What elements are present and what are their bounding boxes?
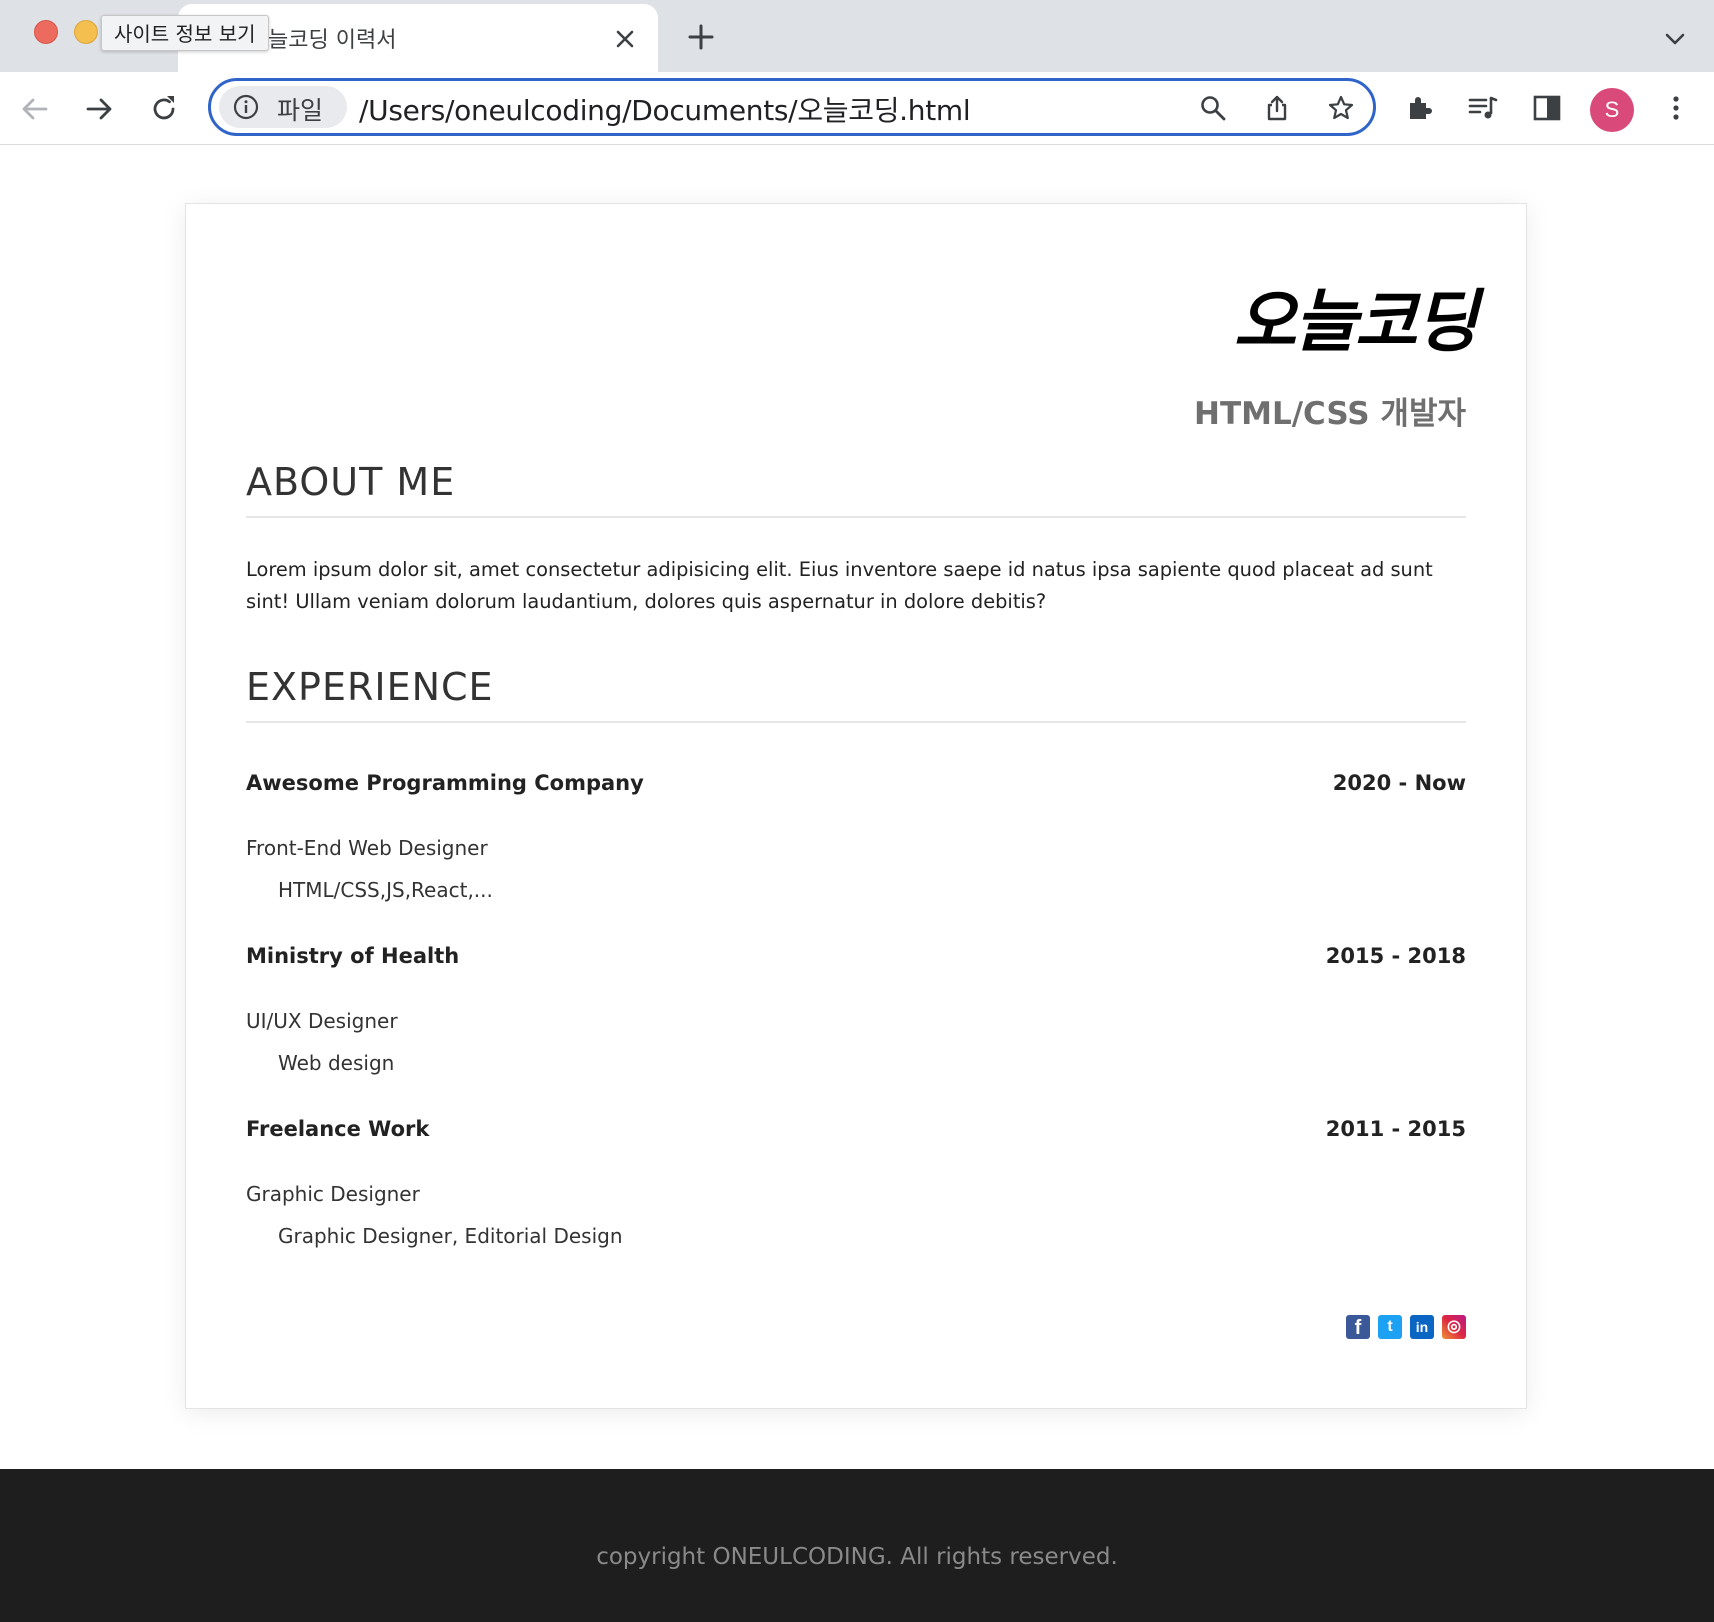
experience-heading: EXPERIENCE [246, 665, 1466, 723]
footer-copyright: copyright ONEULCODING. All rights reserv… [596, 1544, 1118, 1570]
resume-card: 오늘코딩 HTML/CSS 개발자 ABOUT ME Lorem ipsum d… [185, 203, 1527, 1409]
address-bar[interactable]: 파일 /Users/oneulcoding/Documents/오늘코딩.htm… [208, 78, 1376, 136]
job-title: Front-End Web Designer [246, 836, 488, 860]
back-icon[interactable] [18, 92, 52, 126]
reload-icon[interactable] [147, 92, 181, 126]
job-description: HTML/CSS,JS,React,... [278, 878, 493, 902]
site-info-label: 파일 [277, 96, 324, 125]
info-icon [233, 94, 259, 120]
search-icon[interactable] [1199, 94, 1227, 122]
tab-title: 늘코딩 이력서 [268, 28, 397, 53]
site-info-chip[interactable]: 파일 [219, 86, 347, 128]
about-heading: ABOUT ME [246, 460, 1466, 518]
job-company: Freelance Work [246, 1117, 430, 1141]
job-title: UI/UX Designer [246, 1009, 398, 1033]
linkedin-icon[interactable]: in [1410, 1315, 1434, 1339]
profile-avatar[interactable]: S [1590, 88, 1634, 132]
job-entry: Freelance Work 2011 - 2015 Graphic Desig… [246, 1117, 1466, 1287]
page-viewport: 오늘코딩 HTML/CSS 개발자 ABOUT ME Lorem ipsum d… [0, 145, 1714, 1622]
job-entry: Ministry of Health 2015 - 2018 UI/UX Des… [246, 944, 1466, 1114]
extensions-icon[interactable] [1404, 92, 1436, 124]
job-period: 2011 - 2015 [1325, 1117, 1466, 1141]
social-links: f t in ◎ [1346, 1315, 1466, 1339]
more-menu-icon[interactable] [1660, 92, 1692, 124]
job-description: Web design [278, 1051, 395, 1075]
forward-icon[interactable] [82, 92, 116, 126]
instagram-icon[interactable]: ◎ [1442, 1315, 1466, 1339]
share-icon[interactable] [1263, 94, 1291, 122]
job-period: 2015 - 2018 [1325, 944, 1466, 968]
job-company: Awesome Programming Company [246, 771, 644, 795]
resume-name: 오늘코딩 [1233, 283, 1478, 362]
about-text: Lorem ipsum dolor sit, amet consectetur … [246, 558, 1433, 613]
close-icon[interactable] [612, 26, 638, 52]
twitter-icon[interactable]: t [1378, 1315, 1402, 1339]
job-period: 2020 - Now [1332, 771, 1466, 795]
media-control-icon[interactable] [1467, 92, 1499, 124]
new-tab-icon[interactable] [686, 22, 716, 52]
chevron-down-icon[interactable] [1662, 26, 1688, 52]
resume-role: HTML/CSS 개발자 [1194, 396, 1466, 432]
job-entry: Awesome Programming Company 2020 - Now F… [246, 771, 1466, 941]
facebook-icon[interactable]: f [1346, 1315, 1370, 1339]
window-minimize-button[interactable] [74, 20, 98, 44]
side-panel-icon[interactable] [1531, 92, 1563, 124]
site-info-tooltip: 사이트 정보 보기 [101, 15, 269, 51]
browser-toolbar: 파일 /Users/oneulcoding/Documents/오늘코딩.htm… [0, 72, 1714, 145]
bookmark-star-icon[interactable] [1327, 94, 1355, 122]
url-text[interactable]: /Users/oneulcoding/Documents/오늘코딩.html [359, 89, 971, 129]
tab-strip: 늘코딩 이력서 사이트 정보 보기 [0, 0, 1714, 72]
page-footer: copyright ONEULCODING. All rights reserv… [0, 1469, 1714, 1622]
window-close-button[interactable] [34, 20, 58, 44]
job-title: Graphic Designer [246, 1182, 420, 1206]
job-company: Ministry of Health [246, 944, 460, 968]
job-description: Graphic Designer, Editorial Design [278, 1224, 623, 1248]
